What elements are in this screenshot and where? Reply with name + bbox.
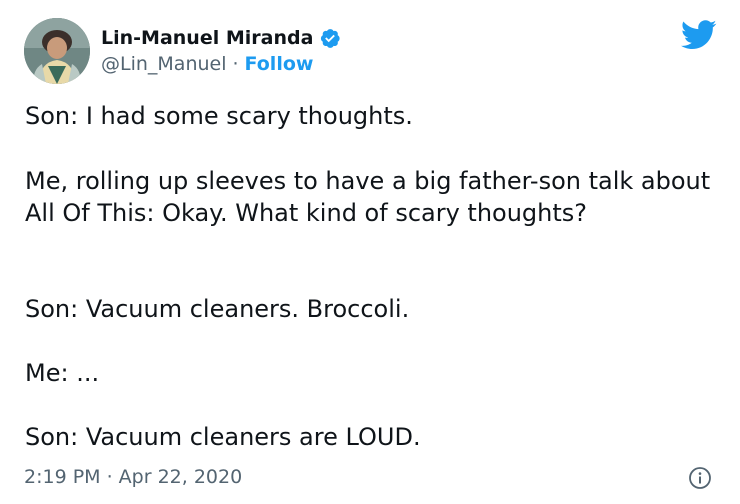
author-name-row: Lin-Manuel Miranda xyxy=(101,25,341,51)
tweet-paragraph: Me, rolling up sleeves to have a big fat… xyxy=(25,167,711,227)
tweet-paragraph: Me: ... xyxy=(25,359,100,387)
author-handle[interactable]: @Lin_Manuel xyxy=(101,53,227,75)
avatar-image xyxy=(24,18,90,84)
tweet-card: Lin-Manuel Miranda @Lin_Manuel · Follow … xyxy=(0,0,740,504)
tweet-paragraph: Son: I had some scary thoughts. xyxy=(25,102,413,130)
twitter-bird-icon[interactable] xyxy=(680,20,717,50)
display-name[interactable]: Lin-Manuel Miranda xyxy=(101,27,313,49)
follow-button[interactable]: Follow xyxy=(245,53,314,75)
avatar[interactable] xyxy=(24,18,90,84)
author-handle-row: @Lin_Manuel · Follow xyxy=(101,53,313,75)
tweet-timestamp[interactable]: 2:19 PM · Apr 22, 2020 xyxy=(24,466,242,488)
info-icon[interactable] xyxy=(688,466,712,490)
handle-separator: · xyxy=(232,53,239,75)
tweet-paragraph: Son: Vacuum cleaners. Broccoli. xyxy=(25,295,410,323)
tweet-paragraph: Son: Vacuum cleaners are LOUD. xyxy=(25,423,421,451)
verified-badge-icon xyxy=(319,27,341,49)
